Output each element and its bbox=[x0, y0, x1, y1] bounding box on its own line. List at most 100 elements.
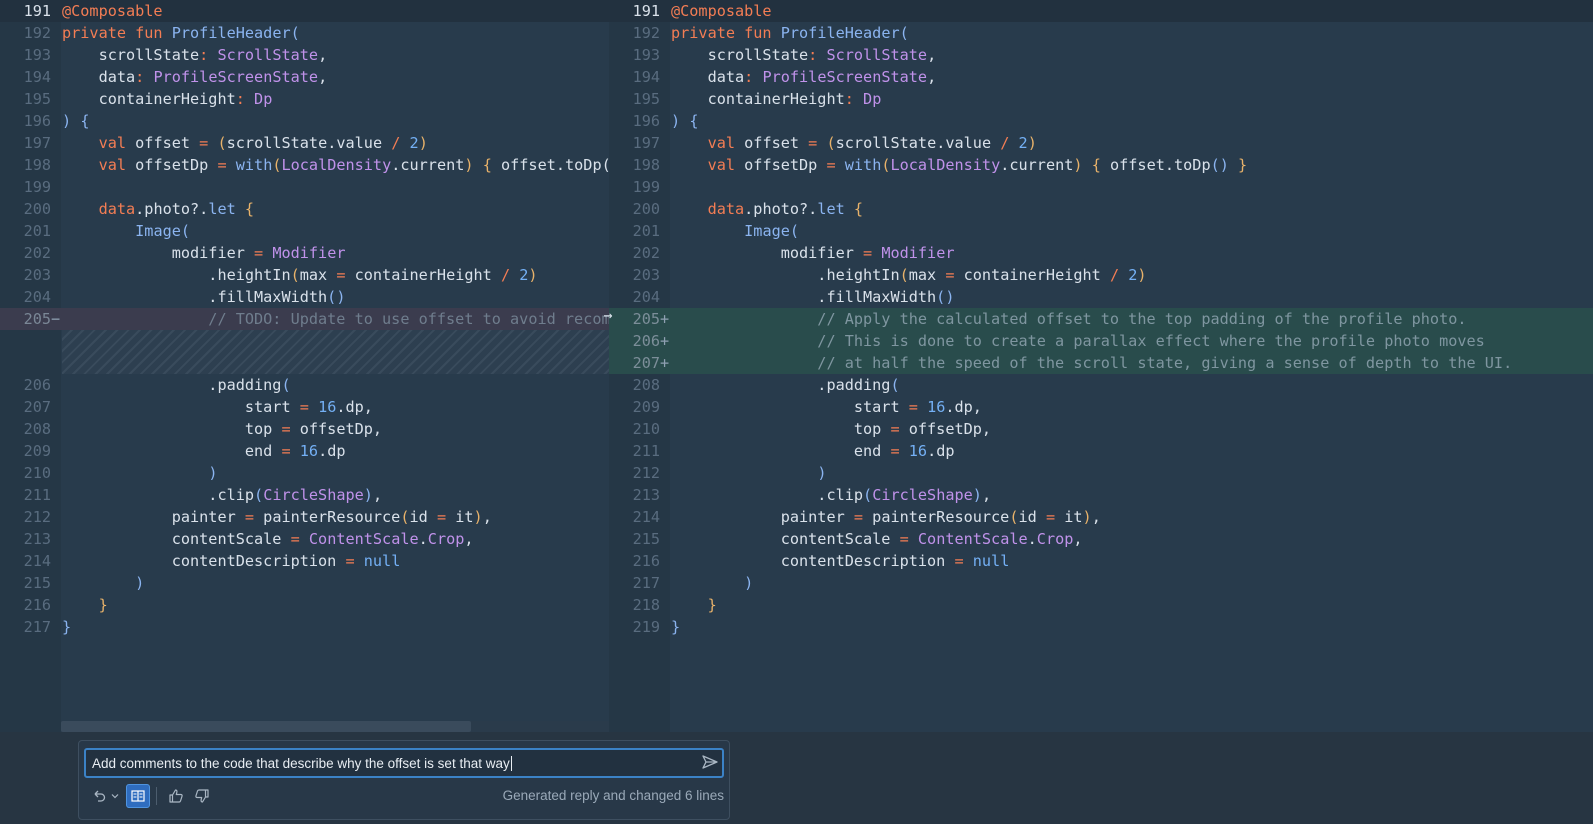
right-code-line-192[interactable]: 192 private fun ProfileHeader( bbox=[609, 22, 1593, 44]
left-code-line-193[interactable]: 193 scrollState: ScrollState, bbox=[0, 44, 609, 66]
left-code-line-217[interactable]: 217} bbox=[0, 616, 609, 638]
right-code-line-216[interactable]: 216 contentDescription = null bbox=[609, 550, 1593, 572]
line-number: 204 bbox=[23, 288, 51, 306]
code-text: ) bbox=[208, 464, 218, 482]
left-code-line-211[interactable]: 211 .clip(CircleShape), bbox=[0, 484, 609, 506]
right-code-line-218[interactable]: 218 } bbox=[609, 594, 1593, 616]
code-text: containerHeight: Dp bbox=[62, 90, 273, 108]
line-number: 210 bbox=[632, 420, 660, 438]
right-code-line-211[interactable]: 211 end = 16.dp bbox=[609, 440, 1593, 462]
line-number: 217 bbox=[23, 618, 51, 636]
left-code-line-206[interactable]: 206 .padding( bbox=[0, 374, 609, 396]
right-code-line-199[interactable]: 199 bbox=[609, 176, 1593, 198]
left-code-line-195[interactable]: 195 containerHeight: Dp bbox=[0, 88, 609, 110]
thumbs-up-button[interactable] bbox=[164, 784, 188, 808]
horizontal-scrollbar-thumb[interactable] bbox=[61, 721, 471, 732]
left-code-line-196[interactable]: 196) { bbox=[0, 110, 609, 132]
toolbar-divider bbox=[156, 787, 157, 805]
left-code-line-200[interactable]: 200 data.photo?.let { bbox=[0, 198, 609, 220]
line-number: 209 bbox=[23, 442, 51, 460]
left-code-line-215[interactable]: 215 ) bbox=[0, 572, 609, 594]
code-text: data.photo?.let { bbox=[98, 200, 255, 218]
left-code-line-212[interactable]: 212 painter = painterResource(id = it), bbox=[0, 506, 609, 528]
line-number: 217 bbox=[632, 574, 660, 592]
right-code-line-209[interactable]: 209 start = 16.dp, bbox=[609, 396, 1593, 418]
left-code-line-205[interactable]: 205− // TODO: Update to use offset to av… bbox=[0, 308, 609, 330]
code-text: data: ProfileScreenState, bbox=[671, 68, 937, 86]
right-code-line-208[interactable]: 208 .padding( bbox=[609, 374, 1593, 396]
right-code-line-214[interactable]: 214 painter = painterResource(id = it), bbox=[609, 506, 1593, 528]
line-number: 216 bbox=[632, 552, 660, 570]
arrow-right-icon[interactable]: → bbox=[598, 305, 618, 325]
right-code-line-202[interactable]: 202 modifier = Modifier bbox=[609, 242, 1593, 264]
code-text: scrollState: ScrollState, bbox=[671, 46, 937, 64]
code-text: private fun ProfileHeader( bbox=[671, 24, 909, 42]
right-code-line-212[interactable]: 212 ) bbox=[609, 462, 1593, 484]
line-number: 206 bbox=[23, 376, 51, 394]
code-text: val offset = (scrollState.value / 2) bbox=[707, 134, 1037, 152]
right-code-line-210[interactable]: 210 top = offsetDp, bbox=[609, 418, 1593, 440]
left-code-line-207[interactable]: 207 start = 16.dp, bbox=[0, 396, 609, 418]
prompt-input[interactable]: Add comments to the code that describe w… bbox=[84, 748, 724, 778]
right-code-line-215[interactable]: 215 contentScale = ContentScale.Crop, bbox=[609, 528, 1593, 550]
send-icon[interactable] bbox=[700, 752, 720, 772]
left-code-line-192[interactable]: 192 private fun ProfileHeader( bbox=[0, 22, 609, 44]
line-number: 196 bbox=[632, 112, 660, 130]
left-code-line-204[interactable]: 204 .fillMaxWidth() bbox=[0, 286, 609, 308]
left-code-line-214[interactable]: 214 contentDescription = null bbox=[0, 550, 609, 572]
right-code-line-200[interactable]: 200 data.photo?.let { bbox=[609, 198, 1593, 220]
right-code-line-219[interactable]: 219} bbox=[609, 616, 1593, 638]
code-text: } bbox=[62, 618, 72, 636]
line-number: 201 bbox=[23, 222, 51, 240]
code-text: } bbox=[707, 596, 717, 614]
left-code-line-213[interactable]: 213 contentScale = ContentScale.Crop, bbox=[0, 528, 609, 550]
code-text: painter = painterResource(id = it), bbox=[62, 508, 492, 526]
line-number: 192 bbox=[632, 24, 660, 42]
right-code-line-205[interactable]: 205 + // Apply the calculated offset to t… bbox=[609, 308, 1593, 330]
right-code-line-198[interactable]: 198 val offsetDp = with(LocalDensity.cur… bbox=[609, 154, 1593, 176]
left-code-line-210[interactable]: 210 ) bbox=[0, 462, 609, 484]
left-code-line-203[interactable]: 203 .heightIn(max = containerHeight / 2) bbox=[0, 264, 609, 286]
right-code-line-197[interactable]: 197 val offset = (scrollState.value / 2) bbox=[609, 132, 1593, 154]
thumbs-down-button[interactable] bbox=[190, 784, 214, 808]
right-code-line-203[interactable]: 203 .heightIn(max = containerHeight / 2) bbox=[609, 264, 1593, 286]
code-text: start = 16.dp, bbox=[671, 398, 982, 416]
line-number: 194 bbox=[632, 68, 660, 86]
right-code-line-195[interactable]: 195 containerHeight: Dp bbox=[609, 88, 1593, 110]
left-code-line-197[interactable]: 197 val offset = (scrollState.value / 2) bbox=[0, 132, 609, 154]
left-code-line-208[interactable]: 208 top = offsetDp, bbox=[0, 418, 609, 440]
line-number: 201 bbox=[632, 222, 660, 240]
left-code-line-209[interactable]: 209 end = 16.dp bbox=[0, 440, 609, 462]
code-text: .fillMaxWidth() bbox=[62, 288, 346, 306]
thumbs-down-icon bbox=[195, 789, 209, 803]
code-text: @Composable bbox=[62, 2, 163, 20]
right-code-line-194[interactable]: 194 data: ProfileScreenState, bbox=[609, 66, 1593, 88]
left-code-line-198[interactable]: 198 val offsetDp = with(LocalDensity.cur… bbox=[0, 154, 609, 176]
right-code-line-204[interactable]: 204 .fillMaxWidth() bbox=[609, 286, 1593, 308]
code-text: end = 16.dp bbox=[671, 442, 955, 460]
code-text: // TODO: Update to use offset to avoid r… bbox=[208, 310, 609, 328]
code-text: ) bbox=[817, 464, 827, 482]
right-code-line-201[interactable]: 201 Image( bbox=[609, 220, 1593, 242]
left-code-line-201[interactable]: 201 Image( bbox=[0, 220, 609, 242]
left-code-line-199[interactable]: 199 bbox=[0, 176, 609, 198]
right-code-line-196[interactable]: 196) { bbox=[609, 110, 1593, 132]
undo-button[interactable] bbox=[88, 784, 124, 808]
right-code-line-207[interactable]: 207 + // at half the speed of the scroll … bbox=[609, 352, 1593, 374]
line-number: 195 bbox=[632, 90, 660, 108]
left-code-line-216[interactable]: 216 } bbox=[0, 594, 609, 616]
code-text: data.photo?.let { bbox=[707, 200, 864, 218]
left-code-line-202[interactable]: 202 modifier = Modifier bbox=[0, 242, 609, 264]
right-code-line-206[interactable]: 206 + // This is done to create a paralla… bbox=[609, 330, 1593, 352]
right-code-line-213[interactable]: 213 .clip(CircleShape), bbox=[609, 484, 1593, 506]
right-code-line-217[interactable]: 217 ) bbox=[609, 572, 1593, 594]
line-number: 219 bbox=[632, 618, 660, 636]
side-by-side-toggle[interactable] bbox=[126, 784, 150, 808]
code-text: painter = painterResource(id = it), bbox=[671, 508, 1101, 526]
removed-marker: − bbox=[51, 310, 61, 328]
right-code-line-191[interactable]: 191 @Composable bbox=[609, 0, 1593, 22]
left-code-line-194[interactable]: 194 data: ProfileScreenState, bbox=[0, 66, 609, 88]
left-code-line-191[interactable]: 191 @Composable bbox=[0, 0, 609, 22]
right-code-line-193[interactable]: 193 scrollState: ScrollState, bbox=[609, 44, 1593, 66]
line-number: 202 bbox=[632, 244, 660, 262]
